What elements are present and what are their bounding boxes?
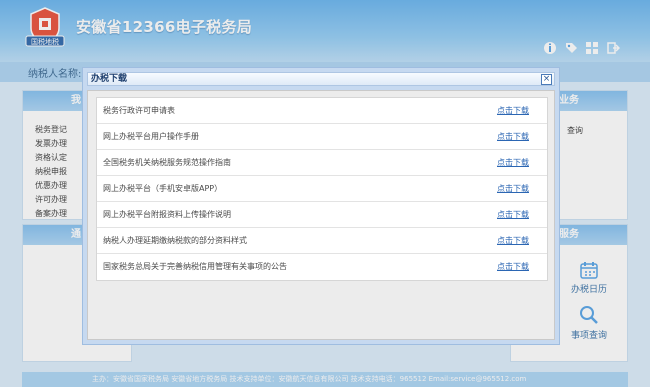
- download-link[interactable]: 点击下载: [497, 131, 529, 142]
- file-name: 网上办税平台用户操作手册: [103, 132, 199, 141]
- file-name: 网上办税平台（手机安卓版APP）: [103, 184, 223, 193]
- download-link[interactable]: 点击下载: [497, 157, 529, 168]
- dialog-titlebar: 办税下载 ×: [87, 72, 555, 86]
- download-row: 纳税人办理延期缴纳税款的部分资料样式 点击下载: [97, 228, 547, 254]
- file-name: 网上办税平台附报资料上传操作说明: [103, 210, 231, 219]
- download-row: 全国税务机关纳税服务规范操作指南 点击下载: [97, 150, 547, 176]
- download-row: 税务行政许可申请表 点击下载: [97, 98, 547, 124]
- download-row: 网上办税平台（手机安卓版APP） 点击下载: [97, 176, 547, 202]
- download-link[interactable]: 点击下载: [497, 105, 529, 116]
- file-name: 纳税人办理延期缴纳税款的部分资料样式: [103, 236, 247, 245]
- download-list: 税务行政许可申请表 点击下载 网上办税平台用户操作手册 点击下载 全国税务机关纳税服务规…: [96, 97, 548, 281]
- dialog-title: 办税下载: [91, 74, 128, 84]
- download-link[interactable]: 点击下载: [497, 209, 529, 220]
- dialog-body: 税务行政许可申请表 点击下载 网上办税平台用户操作手册 点击下载 全国税务机关纳税服务规…: [87, 90, 555, 340]
- file-name: 税务行政许可申请表: [103, 106, 175, 115]
- download-dialog: 办税下载 × 税务行政许可申请表 点击下载 网上办税平台用户操作手册 点击下载 全国税务…: [82, 67, 560, 345]
- close-icon[interactable]: ×: [541, 74, 552, 85]
- download-row: 网上办税平台附报资料上传操作说明 点击下载: [97, 202, 547, 228]
- download-link[interactable]: 点击下载: [497, 235, 529, 246]
- download-link[interactable]: 点击下载: [497, 261, 529, 272]
- download-row: 网上办税平台用户操作手册 点击下载: [97, 124, 547, 150]
- download-row: 国家税务总局关于完善纳税信用管理有关事项的公告 点击下载: [97, 254, 547, 280]
- file-name: 全国税务机关纳税服务规范操作指南: [103, 158, 231, 167]
- file-name: 国家税务总局关于完善纳税信用管理有关事项的公告: [103, 262, 287, 271]
- download-link[interactable]: 点击下载: [497, 183, 529, 194]
